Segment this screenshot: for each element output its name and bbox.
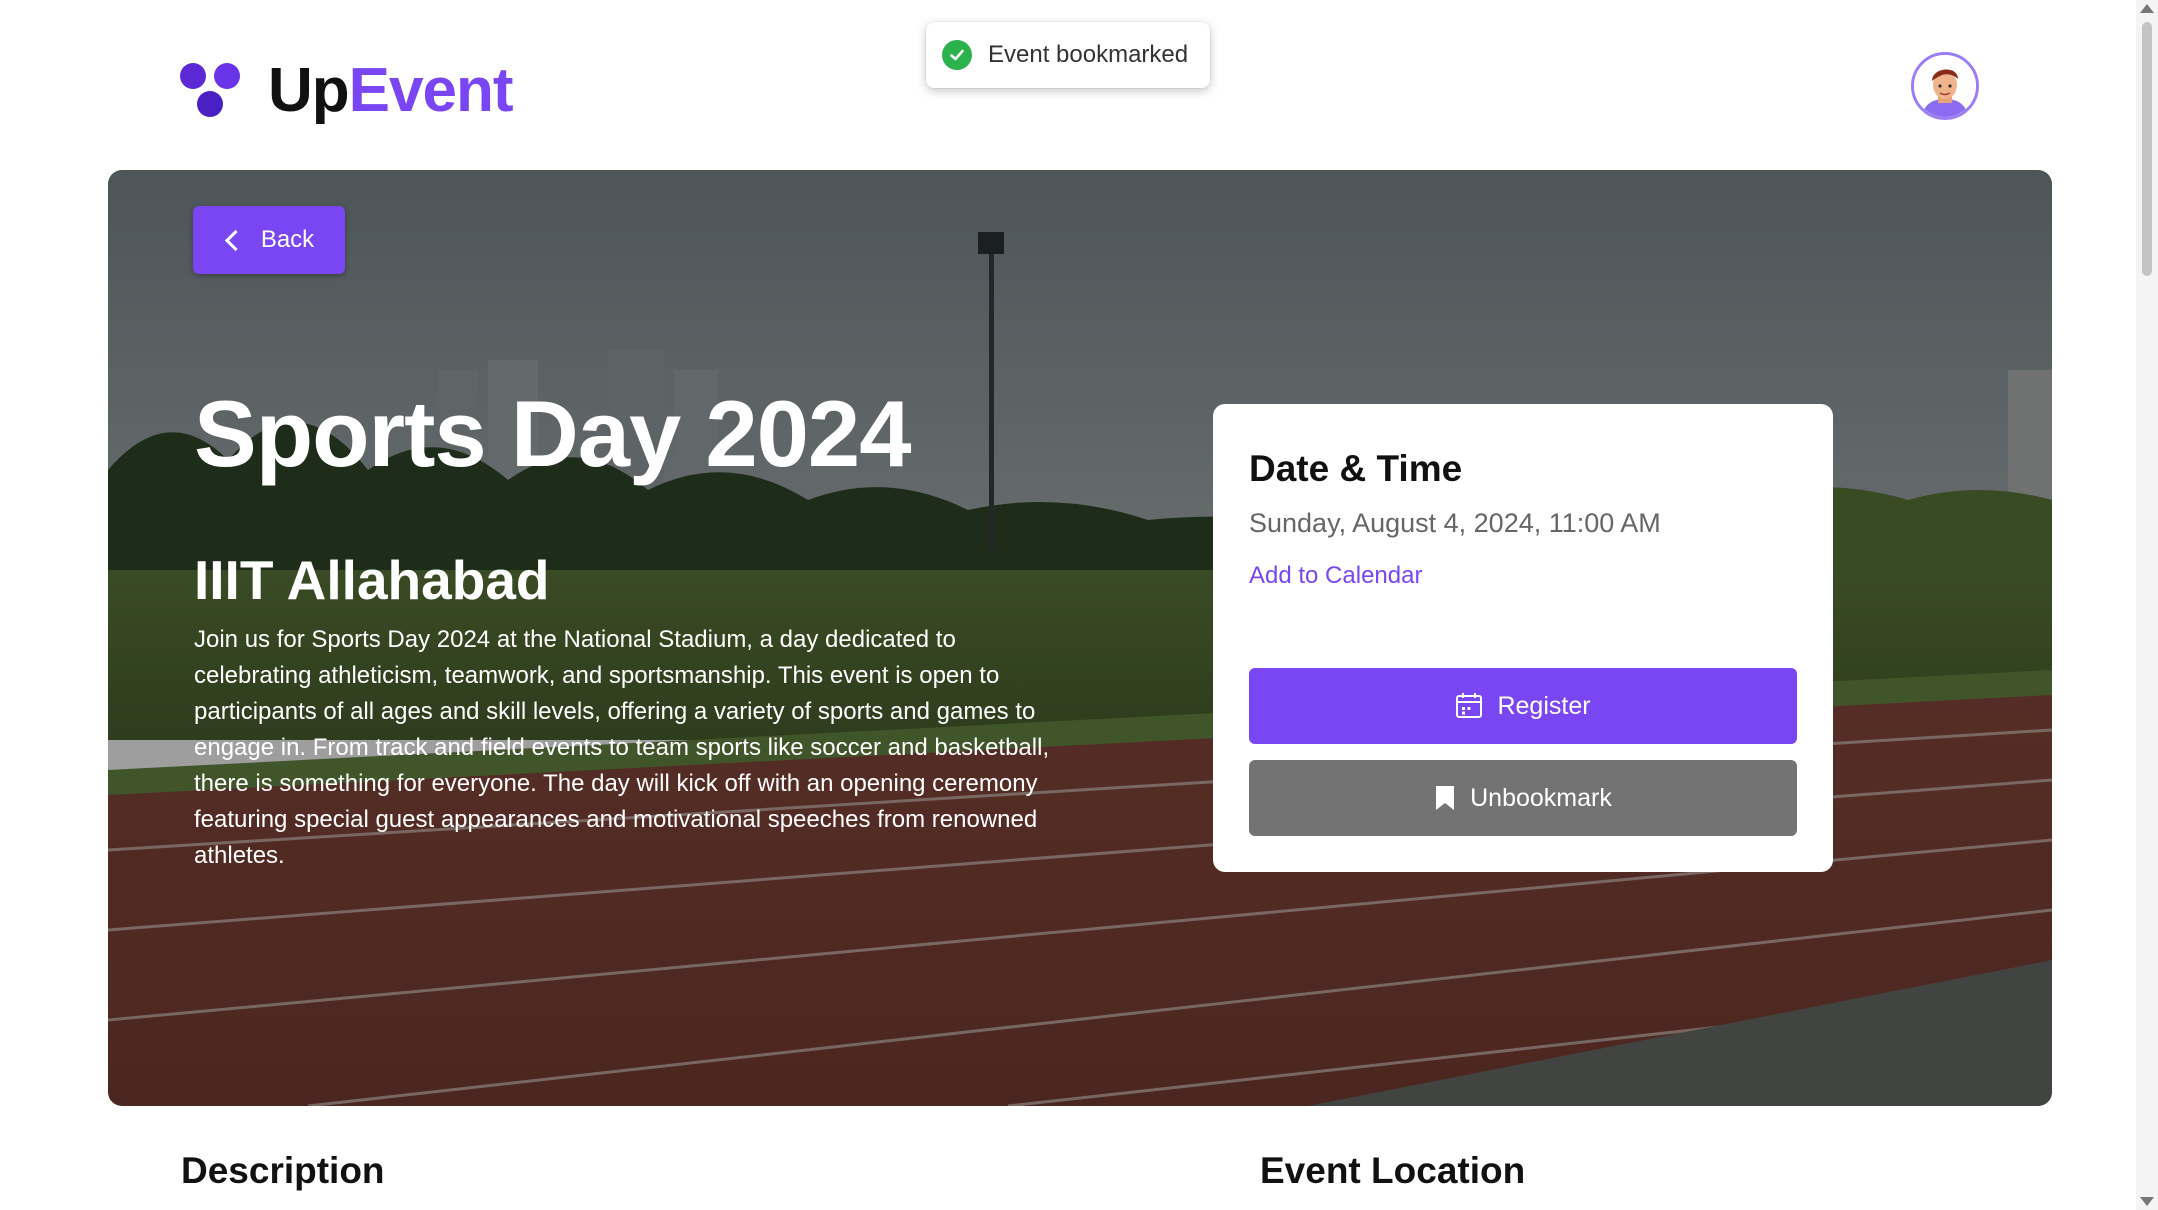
scrollbar-thumb[interactable] [2142, 22, 2152, 276]
bookmark-icon [1436, 786, 1455, 810]
card-heading: Date & Time [1249, 448, 1463, 489]
user-avatar-icon[interactable] [1911, 52, 1979, 120]
event-datetime: Sunday, August 4, 2024, 11:00 AM [1249, 508, 1661, 538]
back-button[interactable]: Back [193, 206, 345, 274]
register-label: Register [1497, 691, 1591, 720]
page-scrollbar[interactable] [2136, 0, 2158, 1210]
register-button[interactable]: Register [1249, 668, 1797, 744]
date-time-card: Date & Time Sunday, August 4, 2024, 11:0… [1213, 404, 1833, 872]
description-heading: Description [181, 1150, 385, 1191]
calendar-icon [1456, 693, 1483, 718]
back-label: Back [260, 226, 315, 253]
event-summary: Join us for Sports Day 2024 at the Natio… [194, 626, 1050, 869]
unbookmark-button[interactable]: Unbookmark [1249, 760, 1797, 836]
unbookmark-label: Unbookmark [1470, 783, 1612, 812]
scroll-down-icon[interactable] [2140, 1197, 2154, 1206]
logo-text: UpEvent [268, 56, 513, 125]
app-logo[interactable]: UpEvent [178, 55, 513, 126]
event-organizer: IIIT Allahabad [194, 549, 550, 611]
add-to-calendar-link[interactable]: Add to Calendar [1249, 562, 1422, 590]
check-circle-icon [942, 40, 972, 70]
toast-notification: Event bookmarked [926, 22, 1210, 88]
event-hero: Back Sports Day 2024 IIIT Allahabad Join… [108, 170, 2052, 1106]
chevron-left-icon [224, 229, 246, 251]
toast-message: Event bookmarked [988, 41, 1189, 68]
event-title: Sports Day 2024 [194, 381, 911, 486]
event-location-heading: Event Location [1260, 1150, 1526, 1191]
logo-icon [178, 59, 242, 123]
scroll-up-icon[interactable] [2140, 4, 2154, 13]
